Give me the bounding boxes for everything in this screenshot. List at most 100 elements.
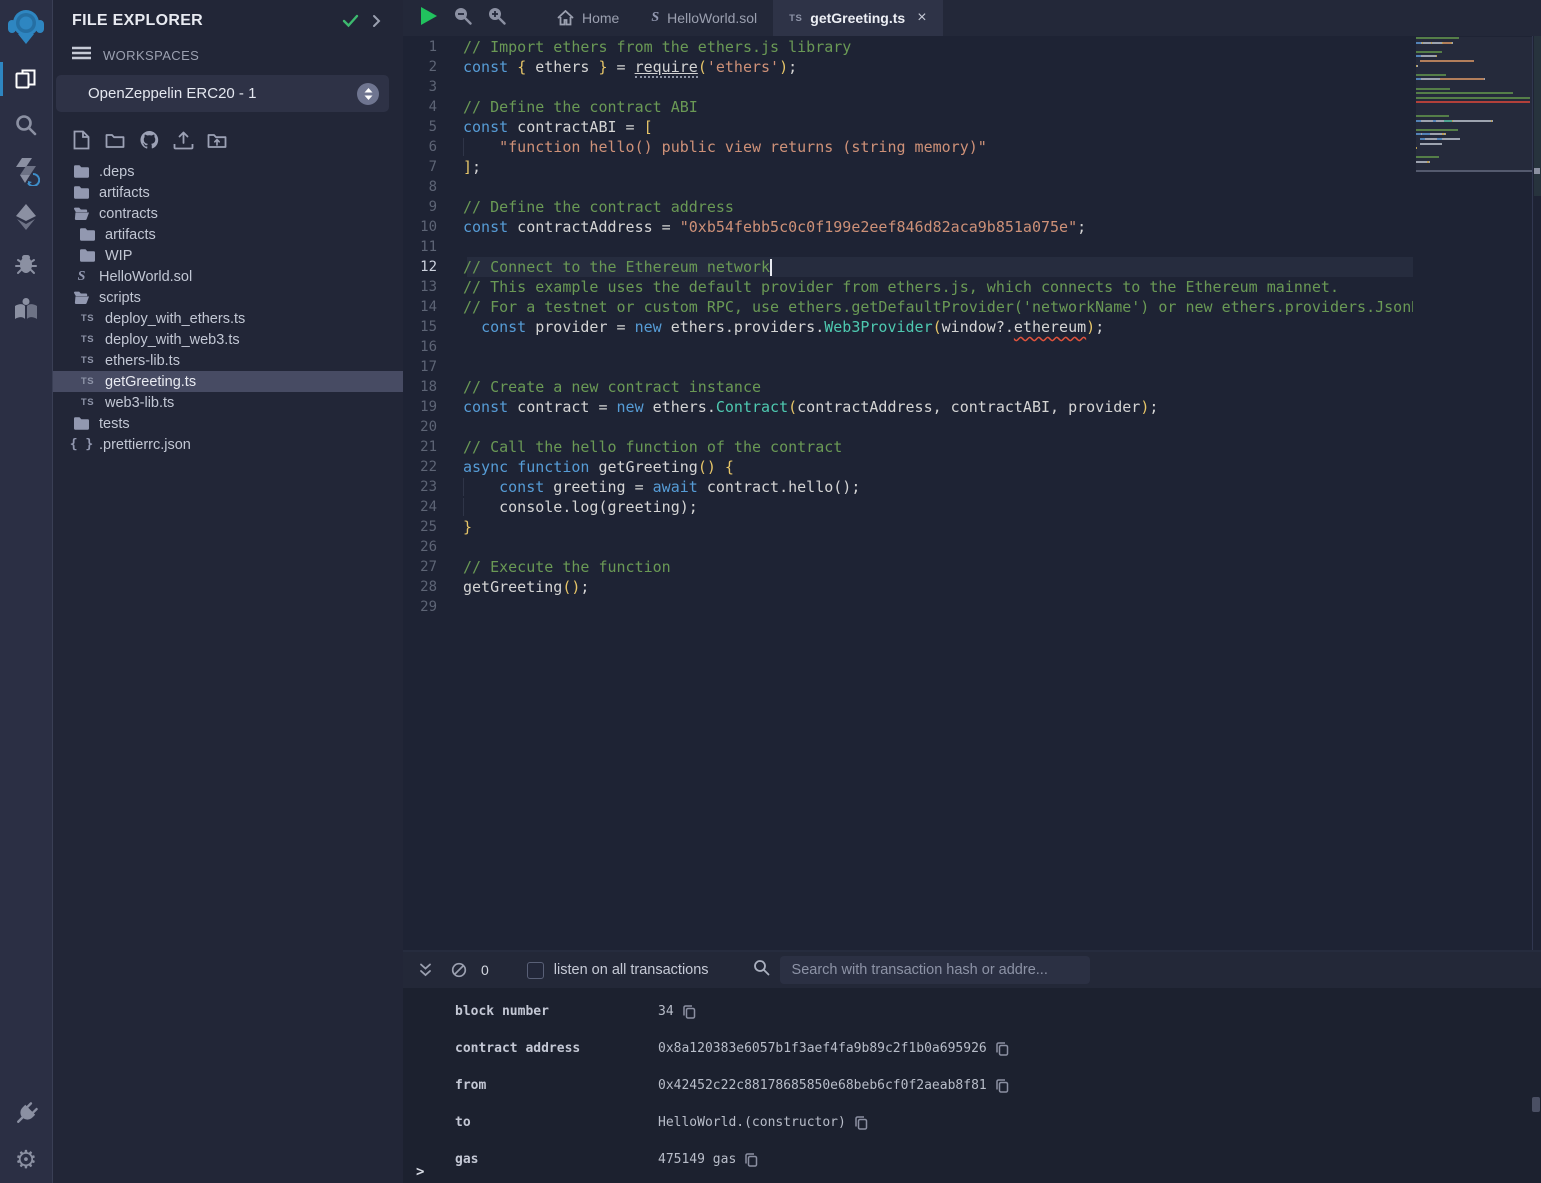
code-line-16[interactable]: 16 — [403, 337, 1413, 357]
code-area[interactable]: 1// Import ethers from the ethers.js lib… — [403, 36, 1413, 950]
code-line-14[interactable]: 14// For a testnet or custom RPC, use et… — [403, 297, 1413, 317]
copy-icon[interactable] — [745, 1153, 758, 1167]
activity-file-explorer[interactable] — [0, 56, 53, 102]
create-file-icon[interactable] — [70, 129, 92, 151]
code-line-25[interactable]: 25} — [403, 517, 1413, 537]
clone-github-icon[interactable] — [138, 129, 160, 151]
tx-detail-label: block number — [455, 1004, 658, 1019]
listen-transactions-checkbox[interactable] — [527, 962, 544, 979]
tree-item-contracts[interactable]: contracts — [53, 203, 403, 224]
tab-Home[interactable]: Home — [541, 0, 635, 36]
code-line-10[interactable]: 10const contractAddress = "0xb54febb5c0c… — [403, 217, 1413, 237]
copy-icon[interactable] — [683, 1005, 696, 1019]
tree-item-tests[interactable]: tests — [53, 413, 403, 434]
tree-item-deploy_with_ethers.ts[interactable]: TSdeploy_with_ethers.ts — [53, 308, 403, 329]
collapse-terminal-icon[interactable] — [413, 958, 437, 982]
tree-item-deploy_with_web3.ts[interactable]: TSdeploy_with_web3.ts — [53, 329, 403, 350]
zoom-out-button[interactable] — [445, 0, 479, 36]
code-line-5[interactable]: 5const contractABI = [ — [403, 117, 1413, 137]
run-script-button[interactable] — [411, 0, 445, 36]
code-line-2[interactable]: 2const { ethers } = require('ethers'); — [403, 57, 1413, 77]
code-line-21[interactable]: 21// Call the hello function of the cont… — [403, 437, 1413, 457]
code-line-17[interactable]: 17 — [403, 357, 1413, 377]
workspace-select-toggle-icon[interactable] — [357, 83, 379, 105]
close-tab-icon[interactable]: × — [917, 9, 926, 27]
upload-folder-icon[interactable] — [206, 129, 228, 151]
terminal-prompt[interactable]: > — [416, 1164, 424, 1180]
activity-plugin-manager[interactable] — [0, 1091, 53, 1137]
code-line-20[interactable]: 20 — [403, 417, 1413, 437]
line-content: const provider = new ethers.providers.We… — [463, 317, 1413, 337]
remix-logo-icon — [6, 6, 46, 50]
minimap-slider[interactable] — [1416, 37, 1532, 172]
code-line-12[interactable]: 12// Connect to the Ethereum network — [403, 257, 1413, 277]
tree-item-.prettierrc.json[interactable]: { }.prettierrc.json — [53, 434, 403, 455]
code-line-3[interactable]: 3 — [403, 77, 1413, 97]
clear-console-icon[interactable] — [447, 958, 471, 982]
code-line-4[interactable]: 4// Define the contract ABI — [403, 97, 1413, 117]
tx-detail-row-contract-address: contract address0x8a120383e6057b1f3aef4f… — [403, 1030, 1541, 1067]
activity-solidity-compiler[interactable] — [0, 148, 53, 194]
tab-HelloWorld.sol[interactable]: SHelloWorld.sol — [635, 0, 773, 36]
code-line-7[interactable]: 7]; — [403, 157, 1413, 177]
code-line-8[interactable]: 8 — [403, 177, 1413, 197]
code-line-26[interactable]: 26 — [403, 537, 1413, 557]
upload-file-icon[interactable] — [172, 129, 194, 151]
tree-item-ethers-lib.ts[interactable]: TSethers-lib.ts — [53, 350, 403, 371]
workspaces-menu-icon[interactable] — [72, 46, 91, 65]
line-number: 23 — [403, 477, 463, 497]
terminal-scrollbar[interactable] — [1532, 1097, 1540, 1112]
tree-item-HelloWorld.sol[interactable]: SHelloWorld.sol — [53, 266, 403, 287]
collapse-panel-chevron-icon[interactable] — [363, 10, 389, 32]
transaction-details: block number34contract address0x8a120383… — [403, 988, 1541, 1178]
code-line-22[interactable]: 22async function getGreeting() { — [403, 457, 1413, 477]
line-content — [463, 417, 1413, 437]
tree-item-.deps[interactable]: .deps — [53, 161, 403, 182]
workspace-select[interactable]: OpenZeppelin ERC20 - 1 — [56, 75, 389, 112]
activity-unit-testing[interactable] — [0, 286, 53, 332]
tx-detail-label: contract address — [455, 1041, 658, 1056]
code-line-27[interactable]: 27// Execute the function — [403, 557, 1413, 577]
code-line-1[interactable]: 1// Import ethers from the ethers.js lib… — [403, 37, 1413, 57]
code-line-29[interactable]: 29 — [403, 597, 1413, 617]
line-content — [463, 597, 1413, 617]
tree-item-getGreeting.ts[interactable]: TSgetGreeting.ts — [53, 371, 403, 392]
code-line-9[interactable]: 9// Define the contract address — [403, 197, 1413, 217]
activity-remix-logo[interactable] — [0, 0, 53, 56]
code-line-23[interactable]: 23 const greeting = await contract.hello… — [403, 477, 1413, 497]
editor-scrollbar[interactable] — [1532, 36, 1541, 950]
code-line-18[interactable]: 18// Create a new contract instance — [403, 377, 1413, 397]
file-explorer-header: FILE EXPLORER — [53, 0, 403, 36]
code-line-13[interactable]: 13// This example uses the default provi… — [403, 277, 1413, 297]
activity-debugger[interactable] — [0, 240, 53, 286]
tx-detail-value: 0x8a120383e6057b1f3aef4fa9b89c2f1b0a6959… — [658, 1041, 987, 1056]
activity-search[interactable] — [0, 102, 53, 148]
activity-deploy-run[interactable] — [0, 194, 53, 240]
code-line-11[interactable]: 11 — [403, 237, 1413, 257]
tree-item-artifacts[interactable]: artifacts — [53, 182, 403, 203]
search-icon — [14, 113, 38, 137]
editor-minimap[interactable] — [1416, 37, 1532, 950]
tx-detail-label: gas — [455, 1152, 658, 1167]
file-explorer-icon — [13, 66, 39, 92]
tree-item-WIP[interactable]: WIP — [53, 245, 403, 266]
line-content: "function hello() public view returns (s… — [463, 137, 1413, 157]
code-line-24[interactable]: 24 console.log(greeting); — [403, 497, 1413, 517]
zoom-in-button[interactable] — [479, 0, 513, 36]
code-line-15[interactable]: 15 const provider = new ethers.providers… — [403, 317, 1413, 337]
tree-item-artifacts[interactable]: artifacts — [53, 224, 403, 245]
code-line-19[interactable]: 19const contract = new ethers.Contract(c… — [403, 397, 1413, 417]
line-content: async function getGreeting() { — [463, 457, 1413, 477]
activity-settings[interactable]: ⚙ — [0, 1137, 53, 1183]
tree-item-scripts[interactable]: scripts — [53, 287, 403, 308]
terminal-search-input[interactable] — [780, 956, 1090, 984]
line-number: 19 — [403, 397, 463, 417]
copy-icon[interactable] — [996, 1042, 1009, 1056]
code-line-28[interactable]: 28getGreeting(); — [403, 577, 1413, 597]
create-folder-icon[interactable] — [104, 129, 126, 151]
copy-icon[interactable] — [996, 1079, 1009, 1093]
copy-icon[interactable] — [855, 1116, 868, 1130]
tree-item-web3-lib.ts[interactable]: TSweb3-lib.ts — [53, 392, 403, 413]
tab-getGreeting.ts[interactable]: TSgetGreeting.ts× — [773, 0, 942, 36]
code-line-6[interactable]: 6 "function hello() public view returns … — [403, 137, 1413, 157]
